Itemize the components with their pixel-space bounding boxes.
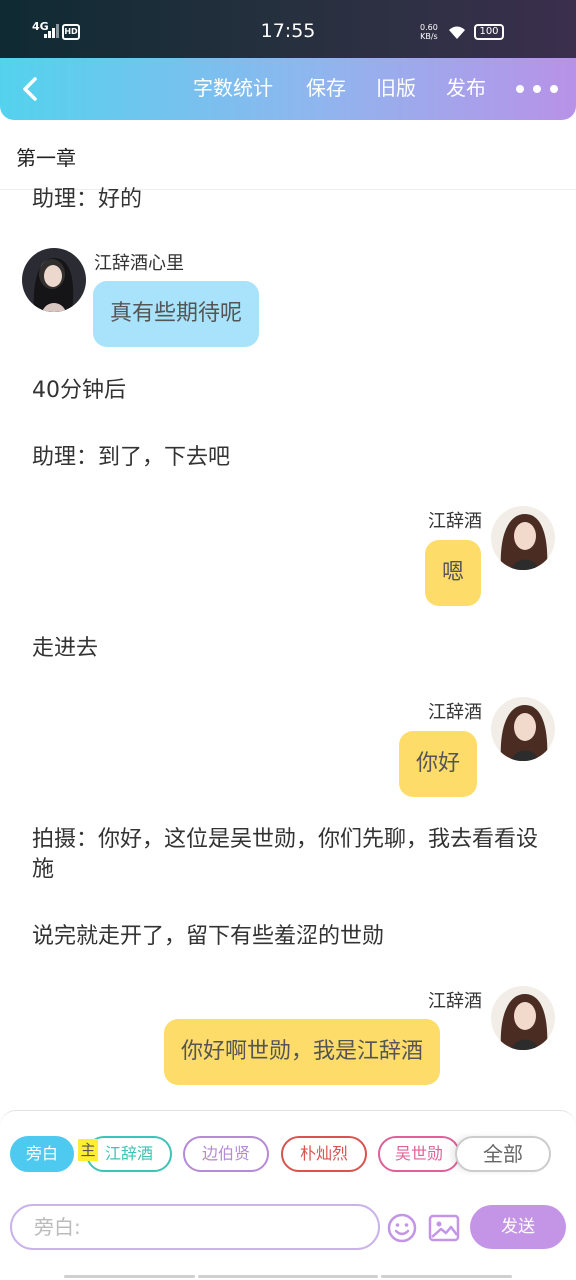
nav-indicator <box>64 1275 195 1278</box>
chat-bubble[interactable]: 嗯 <box>425 540 482 606</box>
send-button[interactable]: 发送 <box>470 1205 566 1249</box>
character-chip-jiangcijiu[interactable]: 江辞酒 <box>86 1136 172 1172</box>
narration-line[interactable]: 拍摄：你好，这位是吴世勋，你们先聊，我去看看设施 <box>32 825 542 885</box>
narration-line[interactable]: 40分钟后 <box>32 376 542 406</box>
speaker-name: 江辞酒 <box>428 511 482 532</box>
nav-indicator <box>381 1275 512 1278</box>
chat-bubble[interactable]: 你好啊世勋，我是江辞酒 <box>164 1019 441 1085</box>
avatar-left[interactable] <box>22 248 86 312</box>
character-chip-wushixun[interactable]: 吴世勋 <box>378 1136 460 1172</box>
nav-indicator <box>198 1275 378 1278</box>
narration-line[interactable]: 说完就走开了，留下有些羞涩的世勋 <box>32 922 542 952</box>
chat-bubble[interactable]: 你好 <box>399 731 478 797</box>
status-bar: 4G HD 17:55 0.60 KB/s 100 <box>0 0 576 58</box>
all-characters-button[interactable]: 全部 <box>455 1136 551 1172</box>
character-chip-narration[interactable]: 旁白 <box>10 1136 74 1172</box>
narration-line[interactable]: 助理：到了，下去吧 <box>32 443 542 473</box>
back-arrow-icon[interactable] <box>16 74 46 104</box>
wifi-icon <box>449 26 465 39</box>
speaker-name: 江辞酒心里 <box>94 253 184 274</box>
avatar-right[interactable] <box>491 697 555 761</box>
emoji-icon[interactable] <box>386 1212 418 1244</box>
old-version-button[interactable]: 旧版 <box>376 58 416 120</box>
battery-icon: 100 <box>474 24 504 40</box>
message-input[interactable]: 旁白: <box>10 1204 380 1250</box>
speaker-name: 江辞酒 <box>428 991 482 1012</box>
main-character-badge: 主 <box>78 1139 98 1161</box>
speed-unit: KB/s <box>420 32 438 41</box>
character-chip-puchanlie[interactable]: 朴灿烈 <box>281 1136 367 1172</box>
chat-bubble[interactable]: 真有些期待呢 <box>93 281 260 347</box>
image-icon[interactable] <box>428 1214 460 1242</box>
character-chip-bianboxian[interactable]: 边伯贤 <box>183 1136 269 1172</box>
top-toolbar: 字数统计 保存 旧版 发布 <box>0 58 576 120</box>
publish-button[interactable]: 发布 <box>446 58 486 120</box>
avatar-right[interactable] <box>491 986 555 1050</box>
word-count-button[interactable]: 字数统计 <box>193 58 273 120</box>
more-options-icon[interactable] <box>512 76 562 100</box>
chapter-title[interactable]: 第一章 <box>16 142 76 171</box>
save-button[interactable]: 保存 <box>306 58 346 120</box>
network-speed: 0.60 KB/s <box>420 23 438 41</box>
speed-value: 0.60 <box>420 23 438 32</box>
narration-line[interactable]: 助理：好的 <box>32 185 542 215</box>
speaker-name: 江辞酒 <box>428 702 482 723</box>
avatar-right[interactable] <box>491 506 555 570</box>
narration-line[interactable]: 走进去 <box>32 634 542 664</box>
